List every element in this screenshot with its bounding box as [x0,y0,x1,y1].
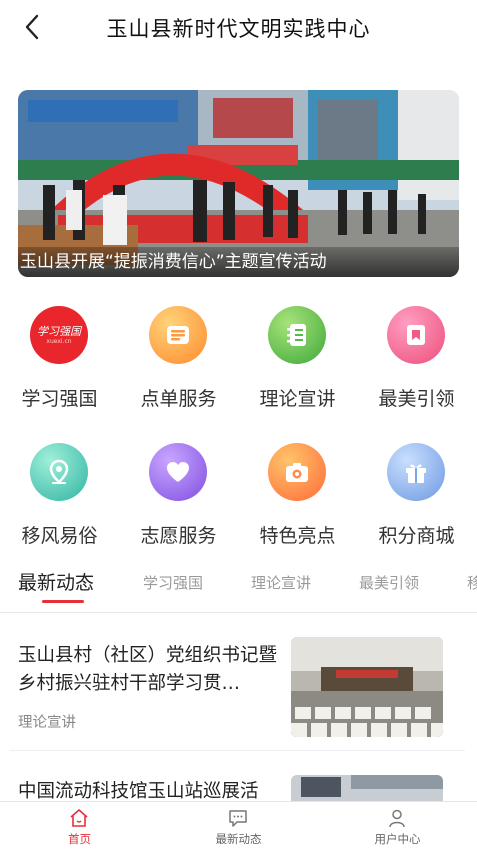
bottom-nav: 首页 最新动态 用户中心 [0,801,477,849]
banner-carousel[interactable]: 玉山县开展“提振消费信心”主题宣传活动 [18,90,459,277]
grid-label: 理论宣讲 [259,388,336,410]
tab-latest[interactable]: 最新动态 [18,568,94,595]
logo-text: 学习强国 [37,324,81,338]
user-icon [389,809,405,828]
grid-item-order-service[interactable]: 点单服务 [119,298,238,418]
thumbnail-image [291,775,443,801]
chat-icon [229,810,247,827]
grid-label: 学习强国 [21,388,98,410]
feed-divider [10,750,465,751]
news-title: 玉山县村（社区）党组织书记暨乡村振兴驻村干部学习贯… [18,645,278,694]
nav-label: 用户中心 [374,832,421,846]
tab-theory[interactable]: 理论宣讲 [251,572,311,593]
nav-latest[interactable]: 最新动态 [159,802,318,849]
logo-subtext: xuexi.cn [46,337,72,345]
camera-icon [268,443,326,501]
notebook-icon [268,306,326,364]
nav-label: 最新动态 [215,832,262,846]
nav-home[interactable]: 首页 [0,802,159,849]
grid-label: 点单服务 [140,388,217,410]
grid-item-best-lead[interactable]: 最美引领 [357,298,476,418]
news-item[interactable]: 玉山县村（社区）党组织书记暨乡村振兴驻村干部学习贯… 理论宣讲 [0,630,477,750]
category-tabs: 最新动态 学习强国 理论宣讲 最美引领 移 [0,568,477,606]
gift-icon [387,443,445,501]
nav-user-center[interactable]: 用户中心 [318,802,477,849]
news-thumbnail [291,775,443,801]
bookmark-icon [387,306,445,364]
home-icon [70,809,88,827]
news-category: 理论宣讲 [18,715,76,731]
thumbnail-image [291,637,443,737]
grid-label: 特色亮点 [259,525,336,547]
news-thumbnail [291,637,443,737]
order-card-icon [149,306,207,364]
grid-item-xuexi-qiangguo[interactable]: 学习强国 xuexi.cn 学习强国 [0,298,119,418]
grid-label: 志愿服务 [140,525,217,547]
grid-label: 最美引领 [378,388,455,410]
tabs-divider [0,612,477,613]
app-header: 玉山县新时代文明实践中心 [0,0,477,56]
grid-item-volunteer[interactable]: 志愿服务 [119,435,238,555]
grid-item-highlights[interactable]: 特色亮点 [238,435,357,555]
nav-label: 首页 [68,832,91,846]
tab-customs-truncated[interactable]: 移 [467,572,477,593]
grid-item-theory[interactable]: 理论宣讲 [238,298,357,418]
grid-item-points-mall[interactable]: 积分商城 [357,435,476,555]
xuexi-qiangguo-logo-icon: 学习强国 xuexi.cn [30,306,88,364]
news-title: 中国流动科技馆玉山站巡展活 [18,781,259,801]
grid-item-customs[interactable]: 移风易俗 [0,435,119,555]
news-item[interactable]: 中国流动科技馆玉山站巡展活 [0,770,477,801]
grid-label: 移风易俗 [21,525,98,547]
banner-caption: 玉山县开展“提振消费信心”主题宣传活动 [18,247,459,277]
location-pin-icon [30,443,88,501]
heart-icon [149,443,207,501]
tab-xuexi[interactable]: 学习强国 [143,572,203,593]
page-title: 玉山县新时代文明实践中心 [106,17,371,41]
grid-label: 积分商城 [378,525,455,547]
active-tab-indicator [42,600,84,603]
tab-best[interactable]: 最美引领 [359,572,419,593]
